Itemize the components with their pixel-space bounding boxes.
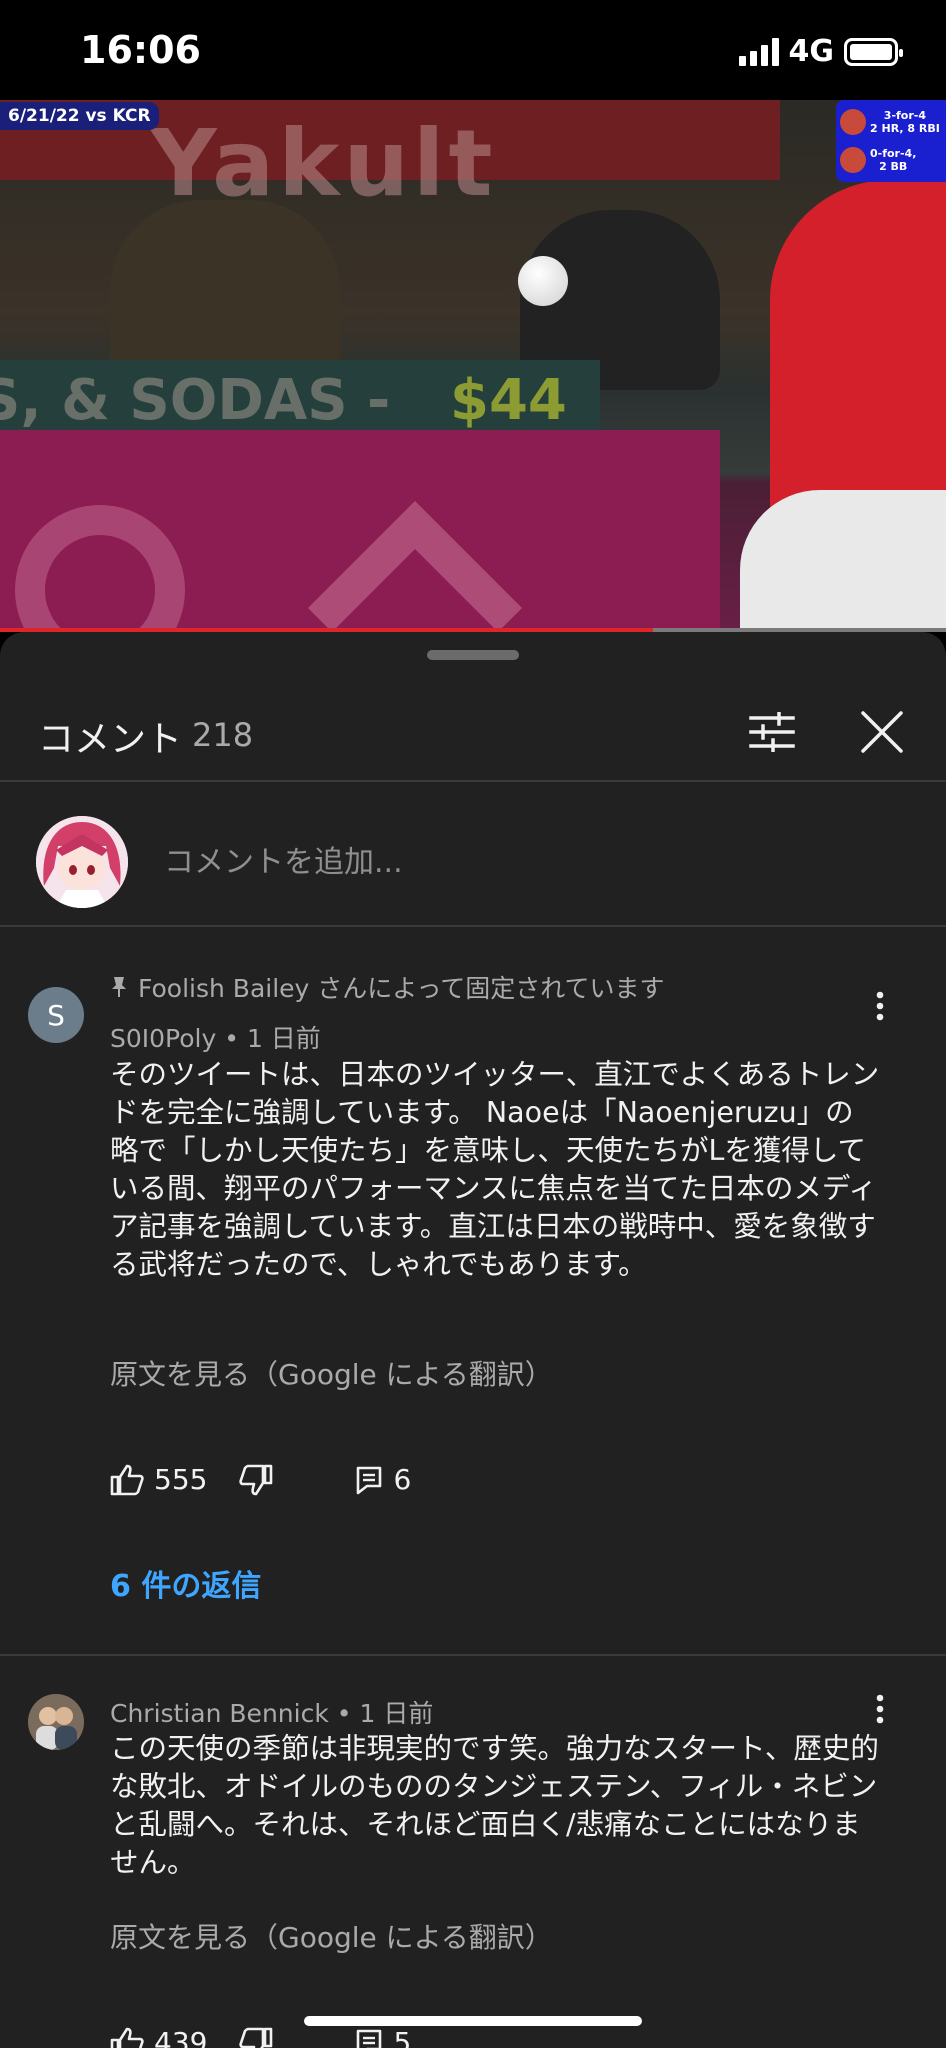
comment-time: 1 日前 [359,1699,434,1728]
comment-more-button[interactable] [860,981,900,1031]
comment-author[interactable]: Christian Bennick [110,1699,329,1728]
comments-sheet: コメント 218 コメントを追加... S Foolish Bailey さんに… [0,632,946,2048]
video-date-overlay: 6/21/22 vs KCR [0,102,159,130]
comments-title: コメント [38,719,183,760]
thumbs-down-icon [239,1464,273,1495]
comment-text: そのツイートは、日本のツイッター、直江でよくあるトレンドを完全に強調しています。… [110,1058,880,1281]
stat-line: 2 BB [879,160,908,173]
video-stats-overlay: 3-for-4 2 HR, 8 RBI 0-for-4, 2 BB [836,100,946,182]
commenter-avatar[interactable]: S [28,987,84,1043]
user-avatar[interactable] [36,816,128,908]
player-face-icon [840,109,866,135]
reply-button[interactable]: 6 [355,1463,411,1496]
stat-line: 2 HR, 8 RBI [870,122,940,135]
more-vertical-icon [876,991,884,1021]
dislike-button[interactable] [239,1464,273,1496]
stat-line: 0-for-4, [870,147,917,160]
see-original-link[interactable]: 原文を見る（Google による翻訳） [110,1353,553,1393]
reply-button[interactable]: 5 [355,2026,411,2048]
thumbs-up-icon [110,2027,144,2048]
video-board-graphic [0,430,720,632]
player-face-icon [840,147,866,173]
like-count: 439 [154,2026,208,2048]
like-button[interactable]: 439 [110,2026,207,2048]
stat-row: 0-for-4, 2 BB [840,141,942,179]
comment-divider [0,1654,946,1656]
add-comment-input[interactable] [164,826,904,898]
stat-row: 3-for-4 2 HR, 8 RBI [840,103,942,141]
comment-more-button[interactable] [860,1684,900,1734]
comment-author[interactable]: S0I0Poly [110,1024,216,1053]
comment-item: Christian Bennick • 1 日前 この天使の季節は非現実的です笑… [0,1684,946,2048]
comment-meta: Christian Bennick • 1 日前 [110,1694,433,1730]
home-indicator[interactable] [304,2016,642,2026]
drag-handle[interactable] [427,650,519,660]
reply-count: 5 [393,2026,412,2048]
video-pink-board [0,430,720,632]
meta-separator: • [336,1699,360,1728]
comment-meta: S0I0Poly • 1 日前 [110,1019,321,1055]
reply-comment-icon [357,1466,382,1494]
more-vertical-icon [876,1694,884,1724]
pinned-label: Foolish Bailey さんによって固定されています [110,969,665,1005]
anime-avatar-icon [36,816,128,908]
battery-icon [844,37,903,66]
status-indicators: 4G [738,34,903,69]
comments-count: 218 [192,716,254,754]
comment-text: この天使の季節は非現実的です笑。強力なスタート、歴史的な敗北、オドイルのもののタ… [110,1732,879,1879]
add-comment-row [0,782,946,927]
video-ad-price: $44 [450,368,567,433]
thumbs-down-icon [239,2027,273,2048]
comments-header: コメント 218 [0,682,946,782]
stat-line: 3-for-4 [883,109,927,122]
view-replies-link[interactable]: 6 件の返信 [110,1561,261,1605]
couple-photo-avatar-icon [28,1694,84,1750]
close-icon [861,711,903,753]
commenter-avatar[interactable] [28,1694,84,1750]
comment-time: 1 日前 [246,1024,321,1053]
like-button[interactable]: 555 [110,1463,207,1496]
comment-actions: 439 5 [110,2026,411,2048]
dislike-button[interactable] [239,2027,273,2048]
comment-item: S Foolish Bailey さんによって固定されています S0I0Poly… [0,957,946,1604]
video-player[interactable]: Yakult S, & SODAS - $44 6/21/22 vs KCR 3… [0,100,946,632]
reply-count: 6 [393,1463,412,1496]
pin-icon [112,977,126,997]
video-ad-text: S, & SODAS - [0,368,391,433]
baseball [518,256,568,306]
comment-actions: 555 6 [110,1463,411,1496]
reply-comment-icon [357,2029,382,2048]
sliders-icon [749,712,795,752]
meta-separator: • [224,1024,247,1053]
video-player-pants [740,490,946,632]
stat-text: 3-for-4 2 HR, 8 RBI [870,109,940,135]
like-count: 555 [154,1463,208,1496]
thumbs-up-icon [110,1464,144,1495]
sort-filter-button[interactable] [742,702,802,762]
cellular-signal-icon [738,37,779,66]
status-time: 16:06 [80,28,201,72]
network-type: 4G [788,34,835,69]
close-button[interactable] [852,702,912,762]
see-original-link[interactable]: 原文を見る（Google による翻訳） [110,1916,553,1956]
stat-text: 0-for-4, 2 BB [870,147,916,173]
pinned-text: Foolish Bailey さんによって固定されています [138,974,665,1003]
status-bar: 16:06 4G [0,0,946,100]
